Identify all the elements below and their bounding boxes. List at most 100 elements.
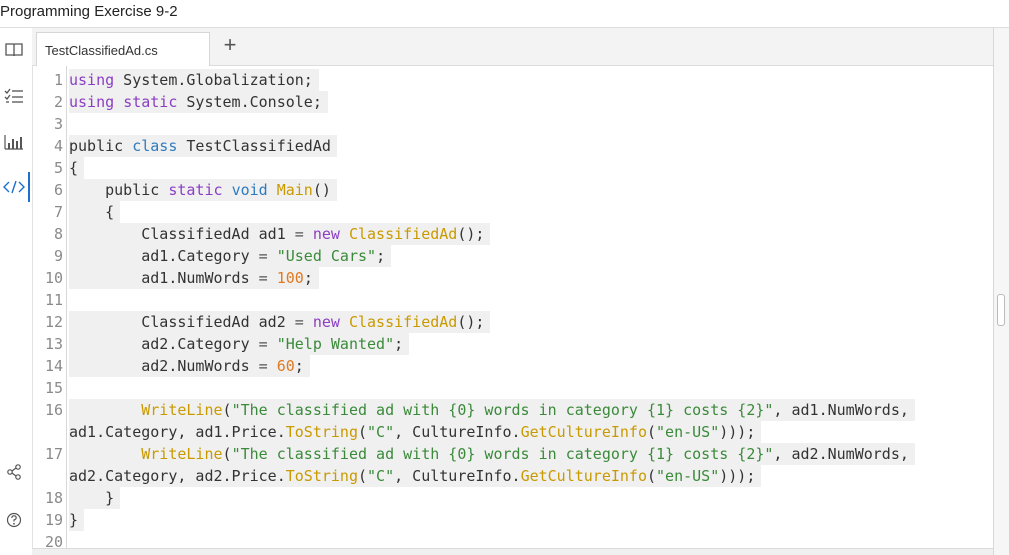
code-token: "C" — [367, 423, 395, 441]
code-token: = — [258, 247, 268, 265]
bar-chart-icon[interactable] — [0, 130, 28, 154]
code-token: { — [69, 203, 115, 221]
code-line[interactable]: 17 WriteLine("The classified ad with {0}… — [33, 443, 973, 465]
code-text: public class TestClassifiedAd — [69, 135, 337, 157]
code-editor[interactable]: 1 using System.Globalization; 2 using stati… — [32, 66, 993, 548]
code-token: GetCultureInfo — [520, 423, 647, 441]
code-line[interactable]: 14 ad2.NumWords = 60; — [33, 355, 973, 377]
scrollbar-thumb[interactable] — [997, 294, 1005, 326]
code-line[interactable]: 18 } — [33, 487, 973, 509]
code-token: ; — [394, 335, 404, 353]
code-token: public — [69, 181, 169, 199]
code-line[interactable]: 1 using System.Globalization; — [33, 69, 973, 91]
line-number: 9 — [53, 247, 63, 265]
tab-testclassifiedad[interactable]: TestClassifiedAd.cs — [36, 32, 210, 66]
code-token: ; — [294, 357, 304, 375]
code-text: WriteLine("The classified ad with {0} wo… — [69, 399, 915, 421]
code-line[interactable]: 19} — [33, 509, 973, 531]
code-text: ad2.NumWords = 60; — [69, 355, 310, 377]
code-line[interactable]: 6 public static void Main() — [33, 179, 973, 201]
code-line[interactable]: 9 ad1.Category = "Used Cars"; — [33, 245, 973, 267]
code-text: using static System.Console; — [69, 91, 328, 113]
line-number: 14 — [44, 357, 63, 375]
checklist-icon[interactable] — [0, 84, 28, 108]
code-token: static — [168, 181, 223, 199]
code-token: ; — [376, 247, 386, 265]
code-line[interactable]: 12 ClassifiedAd ad2 = new ClassifiedAd()… — [33, 311, 973, 333]
code-token: System.Globalization; — [114, 71, 313, 89]
book-icon[interactable] — [0, 38, 28, 62]
code-token: 60 — [276, 357, 295, 375]
code-text: } — [69, 487, 121, 509]
code-token: ( — [647, 467, 657, 485]
code-line[interactable]: 7 { — [33, 201, 973, 223]
code-text: { — [69, 157, 85, 179]
new-tab-button[interactable]: + — [218, 32, 242, 58]
code-line[interactable]: 11 — [33, 289, 973, 311]
code-token: = — [258, 335, 268, 353]
code-token: GetCultureInfo — [520, 467, 647, 485]
code-token: = — [294, 225, 304, 243]
help-icon[interactable] — [0, 508, 28, 532]
code-line[interactable]: ad1.Category, ad1.Price.ToString("C", Cu… — [33, 421, 973, 443]
line-number: 7 — [53, 203, 63, 221]
code-token: "en-US" — [656, 467, 720, 485]
code-token: 100 — [276, 269, 304, 287]
code-token: "Help Wanted" — [276, 335, 395, 353]
code-line[interactable]: ad2.Category, ad2.Price.ToString("C", Cu… — [33, 465, 973, 487]
line-number: 2 — [53, 93, 63, 111]
code-token: } — [69, 489, 115, 507]
horizontal-scrollbar[interactable] — [32, 548, 993, 555]
code-token: ))); — [719, 467, 756, 485]
code-token: public — [69, 137, 133, 155]
line-number: 1 — [53, 71, 63, 89]
code-line[interactable]: 2 using static System.Console; — [33, 91, 973, 113]
code-token: WriteLine — [141, 445, 223, 463]
code-token: ClassifiedAd — [348, 225, 458, 243]
code-token: ad2.Category — [69, 335, 259, 353]
code-line[interactable]: 13 ad2.Category = "Help Wanted"; — [33, 333, 973, 355]
line-number: 15 — [44, 379, 63, 397]
code-token: ad2.NumWords — [69, 357, 259, 375]
code-line[interactable]: 15 — [33, 377, 973, 399]
code-line[interactable]: 10 ad1.NumWords = 100; — [33, 267, 973, 289]
code-text: ad1.Category = "Used Cars"; — [69, 245, 392, 267]
code-token: class — [132, 137, 178, 155]
code-text: WriteLine("The classified ad with {0} wo… — [69, 443, 915, 465]
code-line[interactable]: 20 — [33, 531, 973, 548]
code-text: ClassifiedAd ad2 = new ClassifiedAd(); — [69, 311, 491, 333]
code-line[interactable]: 16 WriteLine("The classified ad with {0}… — [33, 399, 973, 421]
code-token: { — [69, 159, 79, 177]
code-token: ( — [222, 401, 232, 419]
code-token: WriteLine — [141, 401, 223, 419]
code-icon[interactable] — [0, 175, 28, 199]
line-number: 6 — [53, 181, 63, 199]
code-token: System.Console; — [177, 93, 322, 111]
line-number: 4 — [53, 137, 63, 155]
code-line[interactable]: 4 public class TestClassifiedAd — [33, 135, 973, 157]
code-token: () — [312, 181, 331, 199]
code-token: "en-US" — [656, 423, 720, 441]
code-token: "C" — [367, 467, 395, 485]
line-number: 16 — [44, 401, 63, 419]
code-text: ad1.Category, ad1.Price.ToString("C", Cu… — [69, 421, 762, 443]
code-token: ToString — [285, 423, 358, 441]
vertical-scrollbar[interactable] — [993, 28, 1009, 555]
line-number: 10 — [44, 269, 63, 287]
code-token: "The classified ad with {0} words in cat… — [231, 401, 774, 419]
code-line[interactable]: 8 ClassifiedAd ad1 = new ClassifiedAd(); — [33, 223, 973, 245]
code-text: { — [69, 201, 121, 223]
code-line[interactable]: 3 — [33, 113, 973, 135]
code-text: ad2.Category = "Help Wanted"; — [69, 333, 410, 355]
code-line[interactable]: 5{ — [33, 157, 973, 179]
share-icon[interactable] — [0, 460, 28, 484]
code-token: ( — [222, 445, 232, 463]
code-token: ad1.Category, ad1.Price. — [69, 423, 286, 441]
code-text: using System.Globalization; — [69, 69, 319, 91]
code-token: ClassifiedAd ad2 — [69, 313, 295, 331]
